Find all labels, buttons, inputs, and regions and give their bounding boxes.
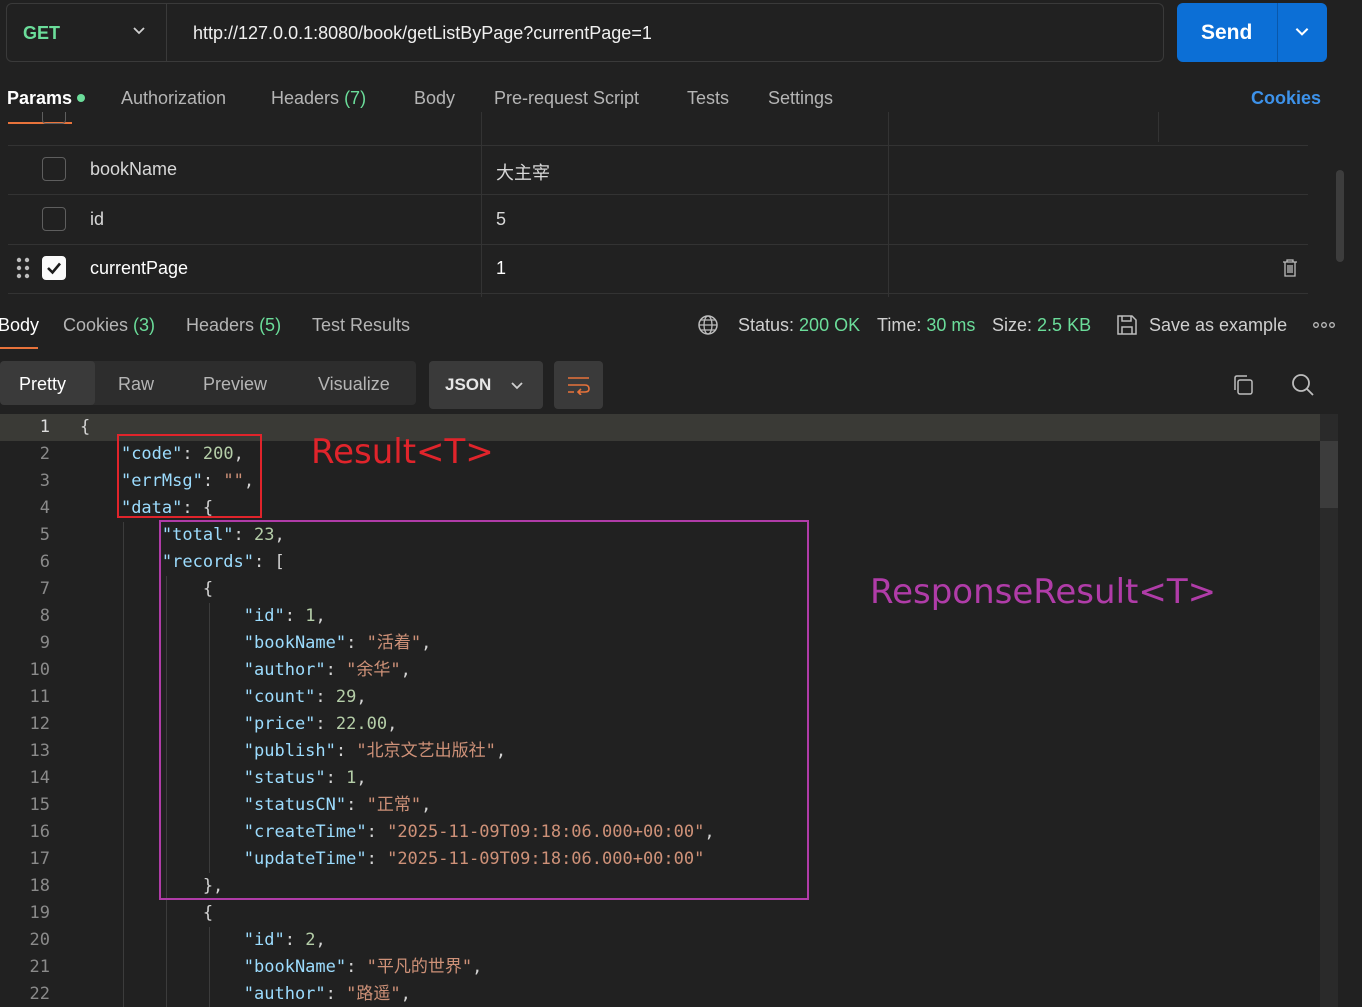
select-all-checkbox[interactable]	[42, 112, 66, 124]
search-icon[interactable]	[1291, 373, 1315, 397]
tab-pre-request-script[interactable]: Pre-request Script	[494, 88, 639, 109]
table-row: bookName 大主宰	[8, 145, 1308, 195]
result-highlight-box	[117, 434, 262, 518]
params-scrollbar[interactable]	[1336, 170, 1344, 262]
save-icon	[1117, 315, 1137, 335]
code-line: 19 {	[29, 903, 214, 923]
param-value[interactable]: 5	[496, 209, 506, 230]
row-checkbox[interactable]	[42, 157, 66, 181]
method-select[interactable]: GET	[7, 4, 167, 61]
format-select[interactable]: JSON	[429, 361, 543, 409]
chevron-down-icon	[133, 27, 145, 35]
code-line: 22 "author": "路遥",	[29, 984, 411, 1004]
table-header-row	[8, 112, 1308, 146]
table-row: currentPage 1	[8, 244, 1308, 294]
tab-authorization[interactable]: Authorization	[121, 88, 226, 109]
tab-body[interactable]: Body	[414, 88, 455, 109]
trash-icon[interactable]	[1282, 259, 1298, 277]
view-pretty[interactable]: Pretty	[19, 374, 66, 395]
param-value[interactable]: 1	[496, 258, 506, 279]
response-result-highlight-box	[159, 520, 809, 900]
drag-handle-icon[interactable]	[16, 257, 30, 279]
send-button[interactable]: Send	[1177, 3, 1327, 62]
size-indicator: Size: 2.5 KB	[992, 315, 1092, 335]
row-checkbox[interactable]	[42, 207, 66, 231]
view-visualize[interactable]: Visualize	[318, 374, 390, 395]
tab-settings[interactable]: Settings	[768, 88, 833, 109]
response-tab-test-results[interactable]: Test Results	[312, 315, 410, 336]
params-active-dot	[77, 94, 85, 102]
result-annotation: Result<T>	[311, 432, 494, 472]
check-icon	[47, 262, 61, 275]
wrap-lines-button[interactable]	[554, 361, 603, 409]
code-line: 20 "id": 2,	[29, 930, 326, 950]
view-preview[interactable]: Preview	[203, 374, 267, 395]
copy-icon[interactable]	[1231, 373, 1255, 397]
response-tab-cookies[interactable]: Cookies (3)	[63, 315, 155, 336]
send-divider	[1277, 3, 1278, 62]
save-as-example-button[interactable]: Save as example	[1149, 315, 1287, 336]
code-line: 21 "bookName": "平凡的世界",	[29, 957, 483, 977]
time-indicator: Time: 30 ms	[877, 315, 976, 335]
table-row: id 5	[8, 195, 1308, 245]
response-tab-underline	[0, 347, 38, 349]
send-label: Send	[1201, 21, 1253, 44]
response-tab-body[interactable]: Body	[0, 315, 39, 336]
more-options-icon[interactable]	[1313, 320, 1335, 330]
format-label: JSON	[445, 375, 492, 394]
param-key[interactable]: bookName	[90, 159, 177, 180]
cookies-link[interactable]: Cookies	[1251, 88, 1321, 109]
view-raw[interactable]: Raw	[118, 374, 154, 395]
params-table: bookName 大主宰 id 5 currentPage 1	[8, 112, 1308, 297]
response-result-annotation: ResponseResult<T>	[870, 572, 1217, 612]
tab-headers[interactable]: Headers (7)	[271, 88, 366, 109]
url-bar: GET http://127.0.0.1:8080/book/getListBy…	[6, 3, 1164, 62]
chevron-down-icon[interactable]	[1293, 22, 1311, 40]
tab-tests[interactable]: Tests	[687, 88, 729, 109]
row-checkbox[interactable]	[42, 256, 66, 280]
response-tab-headers[interactable]: Headers (5)	[186, 315, 281, 336]
globe-icon[interactable]	[697, 314, 719, 336]
param-key[interactable]: currentPage	[90, 258, 188, 279]
wrap-icon	[568, 377, 590, 395]
status-indicator: Status: 200 OK	[738, 315, 861, 335]
param-key[interactable]: id	[90, 209, 104, 230]
tab-params[interactable]: Params	[7, 88, 72, 109]
method-label: GET	[23, 23, 61, 43]
param-value[interactable]: 大主宰	[496, 159, 550, 185]
chevron-down-icon	[511, 382, 523, 390]
url-input[interactable]: http://127.0.0.1:8080/book/getListByPage…	[193, 23, 652, 44]
